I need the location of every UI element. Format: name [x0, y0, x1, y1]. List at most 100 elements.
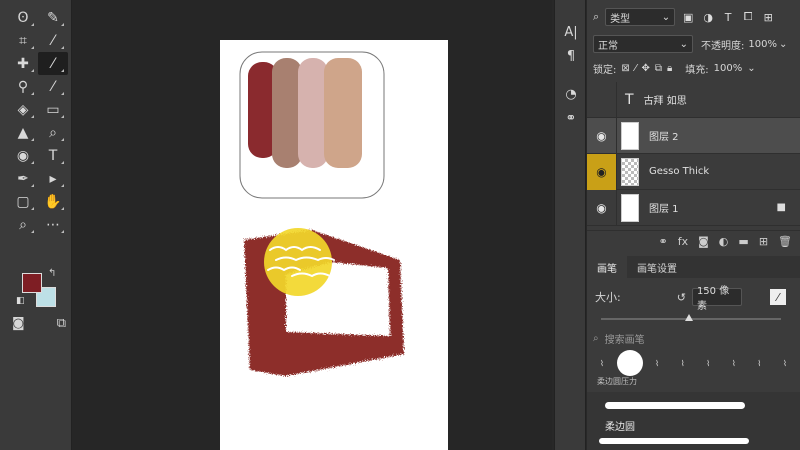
brush-preset[interactable]: ⌇	[748, 356, 770, 370]
reset-icon[interactable]: ↺	[677, 291, 686, 304]
layers-list: T 古拜 如思 ◉ 图层 2 ◉ Gesso Thick ◉ 图层 1 ■	[587, 81, 800, 227]
link-icon[interactable]: ⚭	[659, 235, 668, 248]
palette-color-stroke	[272, 58, 302, 168]
trash-icon[interactable]: 🗑︎	[778, 235, 792, 248]
layer-name: 图层 2	[649, 132, 679, 143]
fill-label: 填充:	[685, 64, 709, 76]
blend-mode-dropdown[interactable]: 正常 ⌄	[593, 35, 693, 53]
gradient-tool[interactable]: ▭	[38, 98, 68, 121]
blur-tool[interactable]: ▲	[8, 121, 38, 144]
fx-icon[interactable]: fx	[678, 235, 688, 248]
type-filter-icon[interactable]: T	[721, 10, 735, 24]
brush-preset[interactable]: ⌇	[697, 356, 719, 370]
tab-brush-settings[interactable]: 画笔设置	[627, 256, 687, 278]
brush-stroke-preview	[599, 438, 749, 444]
new-brush-icon[interactable]: ⁄	[769, 289, 786, 305]
folder-icon[interactable]: ▬	[738, 235, 748, 248]
clone-stamp-tool[interactable]: ⚲	[8, 75, 38, 98]
fill-value[interactable]: 100%	[714, 63, 743, 74]
flyout-indicator	[31, 230, 34, 233]
swap-colors-icon[interactable]: ↰	[48, 268, 56, 279]
size-value-field[interactable]: 150 像素	[691, 286, 742, 312]
foreground-color-swatch[interactable]	[22, 273, 42, 293]
lock-all-icon[interactable]: 🔒︎	[667, 63, 672, 74]
styles-icon[interactable]: ⚭	[555, 106, 587, 130]
lock-label: 锁定:	[593, 64, 617, 76]
pixel-filter-icon[interactable]: ▣	[681, 10, 695, 24]
opacity-label: 不透明度:	[701, 40, 745, 52]
paragraph-icon[interactable]: ¶	[555, 44, 587, 68]
new-layer-icon[interactable]: ⊞	[759, 235, 768, 248]
adjust-filter-icon[interactable]: ◑	[701, 10, 715, 24]
chevron-down-icon[interactable]: ⌄	[779, 39, 787, 50]
brush-size-row: 大小: ↺ 150 像素 ⁄	[587, 284, 800, 312]
lock-artboard-icon[interactable]: ⧉	[655, 63, 662, 74]
crop-tool[interactable]: ⌗	[8, 29, 38, 52]
canvas-artwork	[239, 51, 404, 376]
text-layer-icon: T	[625, 91, 634, 108]
blend-mode-value: 正常	[598, 40, 618, 52]
type-tool[interactable]: T	[38, 144, 68, 167]
screen-mode-icon[interactable]: ⧉	[57, 316, 66, 331]
brush-stroke-preview	[605, 402, 745, 409]
brush-preset[interactable]: ⌇	[672, 356, 694, 370]
lock-transparent-icon[interactable]: ⊠	[621, 63, 629, 74]
hand-tool[interactable]: ✋	[38, 190, 68, 213]
brush-tool[interactable]: ⁄	[38, 52, 68, 75]
quick-mask-icon[interactable]: ◙	[12, 316, 25, 331]
mode-row: ◙ ⧉	[12, 316, 66, 331]
brush-list[interactable]: 柔边圆	[587, 392, 800, 450]
dodge-tool[interactable]: ⌕	[38, 121, 68, 144]
history-brush-tool[interactable]: ⁄	[38, 75, 68, 98]
document-canvas[interactable]	[220, 40, 448, 450]
spot-heal-tool[interactable]: ✚	[8, 52, 38, 75]
layer-row[interactable]: T 古拜 如思	[587, 81, 800, 118]
flyout-indicator	[31, 184, 34, 187]
layer-row[interactable]: ◉ 图层 1 ■	[587, 189, 800, 226]
chevron-down-icon[interactable]: ⌄	[747, 63, 755, 74]
layer-name: Gesso Thick	[649, 166, 710, 177]
smart-filter-icon[interactable]: ⊞	[761, 10, 775, 24]
rectangle-tool[interactable]: ▢	[8, 190, 38, 213]
flyout-indicator	[31, 161, 34, 164]
size-slider-knob[interactable]	[685, 314, 693, 321]
flyout-indicator	[61, 69, 64, 72]
quick-select-tool[interactable]: ✎	[38, 6, 68, 29]
eye-icon[interactable]: ◉	[587, 117, 617, 154]
zoom-tool[interactable]: ⌕	[8, 213, 38, 236]
lock-paint-icon[interactable]: ⁄	[635, 63, 637, 74]
eyedropper-tool[interactable]: ⁄	[38, 29, 68, 52]
flyout-indicator	[61, 23, 64, 26]
brush-preset[interactable]: ⌇	[646, 356, 668, 370]
lasso-tool[interactable]: ʘ	[8, 6, 38, 29]
eraser-tool[interactable]: ◈	[8, 98, 38, 121]
brush-search[interactable]: ⌕ 搜索画笔	[593, 329, 793, 347]
visibility-off-icon[interactable]	[587, 81, 617, 118]
tab-brushes[interactable]: 画笔	[587, 256, 627, 278]
filter-kind-dropdown[interactable]: 类型 ⌄	[605, 8, 676, 26]
sponge-tool[interactable]: ◉	[8, 144, 38, 167]
default-colors-icon[interactable]: ◧	[16, 296, 25, 306]
mask-icon[interactable]: ◙	[698, 235, 709, 248]
brush-preset[interactable]: ⌇	[591, 356, 613, 370]
eye-icon[interactable]: ◉	[587, 153, 617, 190]
layers-panel: ⌕ 类型 ⌄ ▣ ◑ T ⧠ ⊞ 正常 ⌄ 不透明度: 100% ⌄ 锁定: ⊠…	[587, 0, 800, 450]
adjustment-layer-icon[interactable]: ◐	[719, 235, 729, 248]
shape-filter-icon[interactable]: ⧠	[741, 10, 755, 24]
flyout-indicator	[31, 23, 34, 26]
pen-tool[interactable]: ✒	[8, 167, 38, 190]
eye-icon[interactable]: ◉	[587, 189, 617, 226]
layer-row[interactable]: ◉ Gesso Thick	[587, 153, 800, 190]
more-tools[interactable]: ⋯	[38, 213, 68, 236]
brush-preset[interactable]: ⌇	[723, 356, 745, 370]
flyout-indicator	[61, 92, 64, 95]
opacity-value[interactable]: 100%	[748, 39, 777, 50]
brush-preset-selected[interactable]	[616, 350, 643, 376]
path-select-tool[interactable]: ▸	[38, 167, 68, 190]
flyout-indicator	[61, 46, 64, 49]
adjustments-icon[interactable]: ◔	[555, 82, 587, 106]
character-icon[interactable]: A|	[555, 20, 587, 44]
lock-position-icon[interactable]: ✥	[641, 63, 649, 74]
layer-row-selected[interactable]: ◉ 图层 2	[587, 117, 800, 154]
brush-preset[interactable]: ⌇	[774, 356, 796, 370]
